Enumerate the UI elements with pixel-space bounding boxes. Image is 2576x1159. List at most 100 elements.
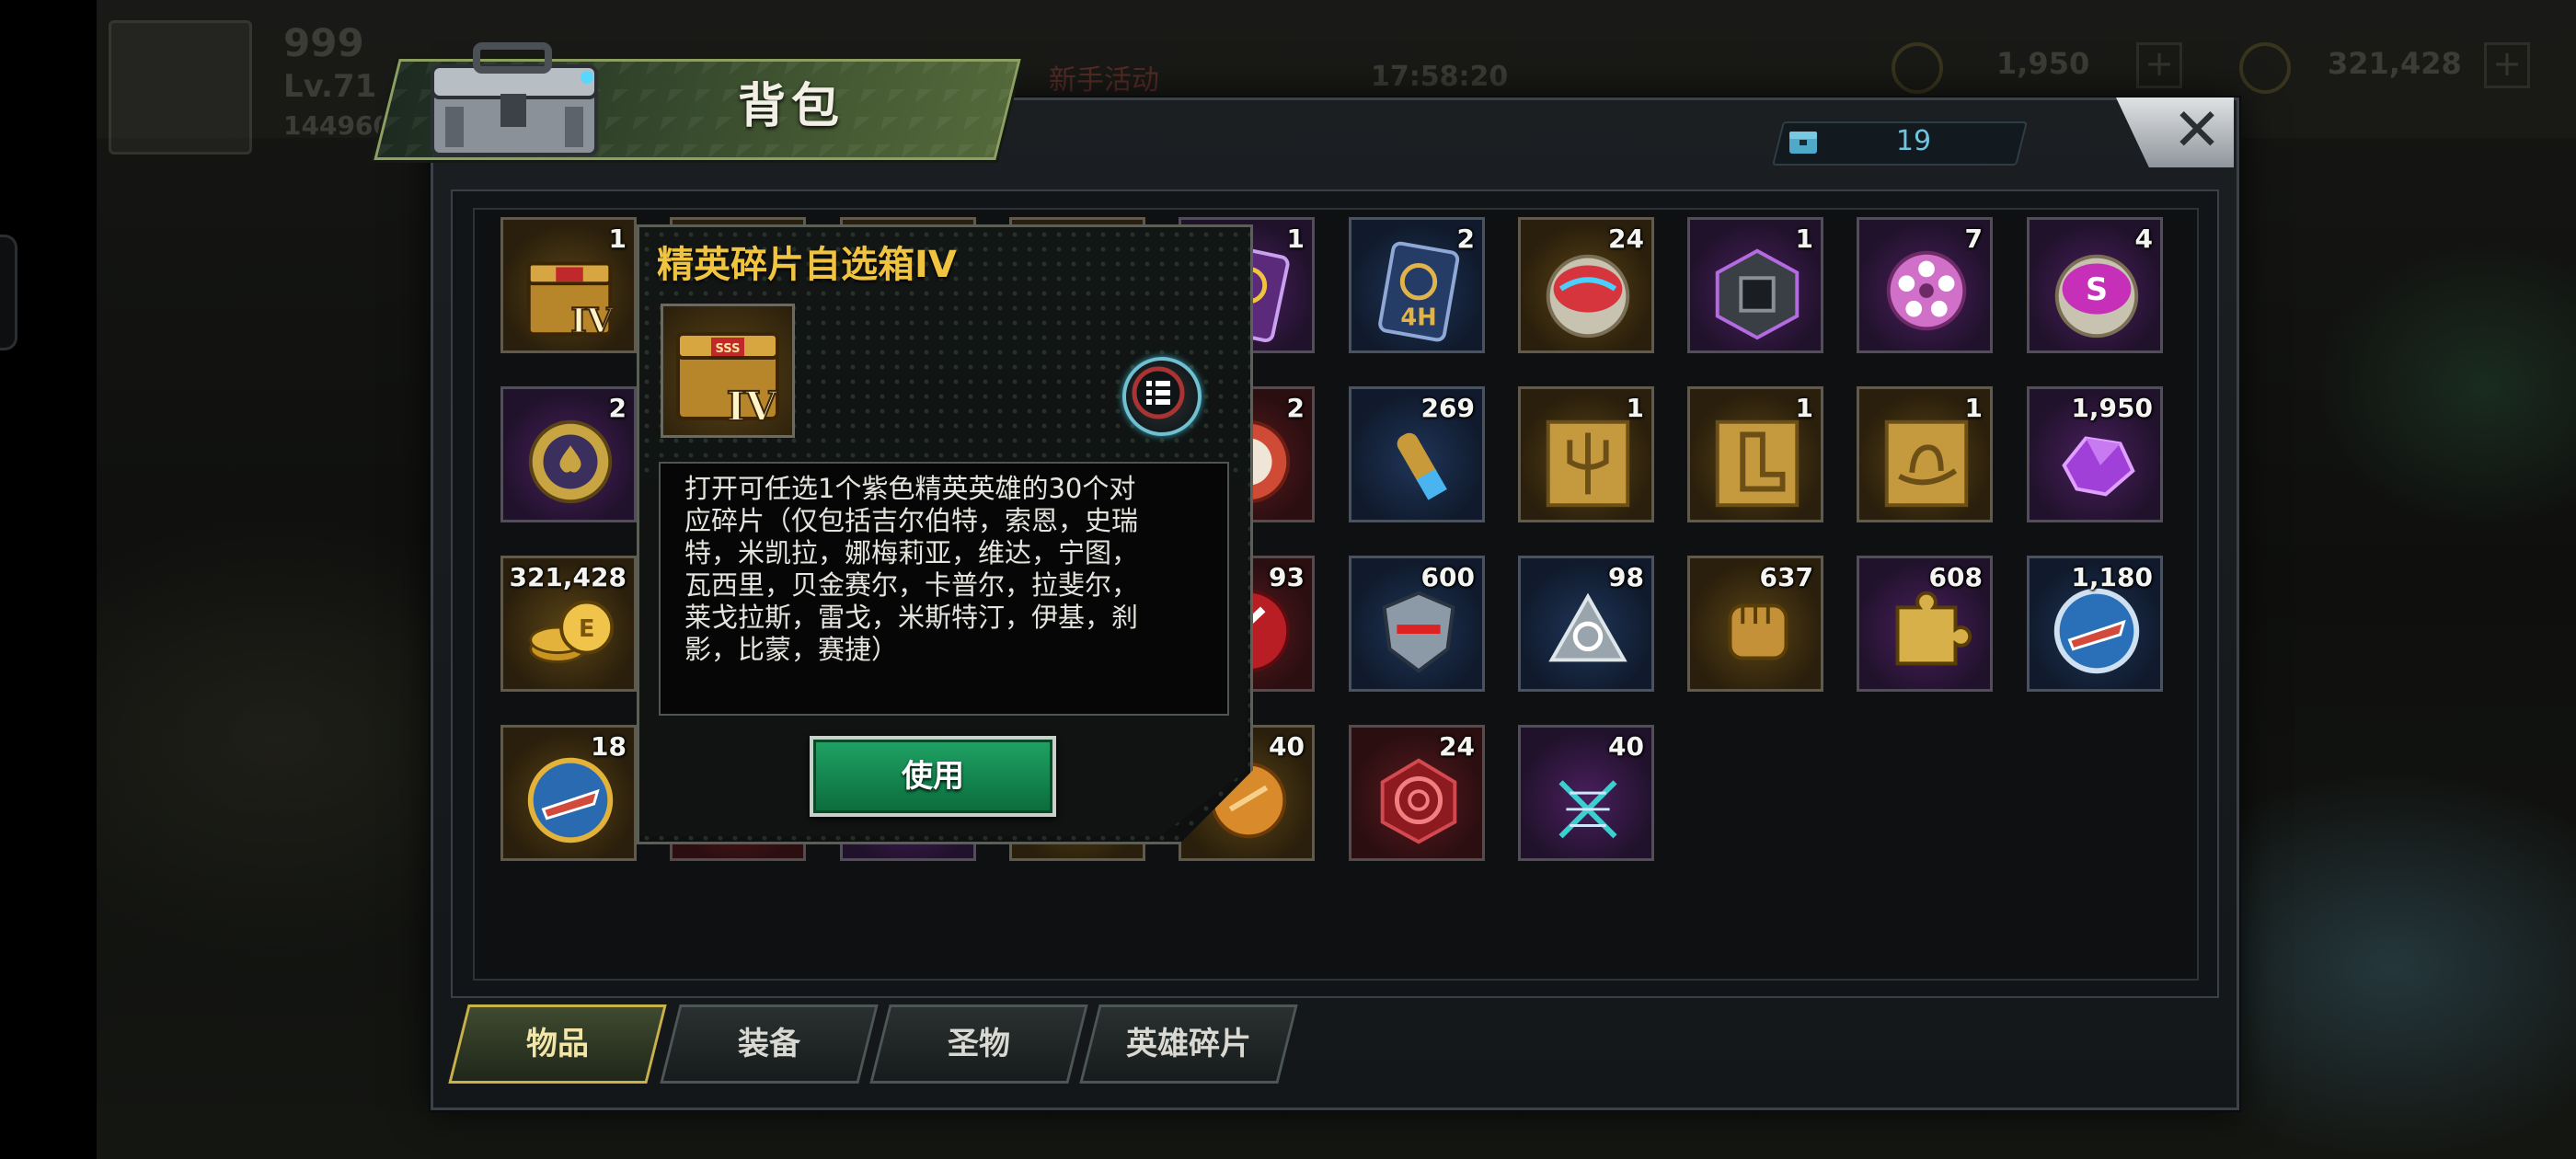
item-slot[interactable]: 1	[1687, 386, 1823, 522]
use-button-label[interactable]: 使用	[810, 736, 1056, 817]
item-count: 600	[1420, 562, 1475, 592]
player-power: 144960	[283, 110, 391, 141]
event-label: 新手活动	[1049, 64, 1159, 97]
item-info-button[interactable]	[1122, 357, 1202, 436]
item-count: 4	[2134, 224, 2153, 254]
trident-blueprint-icon	[1546, 419, 1630, 508]
item-count: 2	[1286, 393, 1305, 423]
item-count: 1	[1964, 393, 1983, 423]
resource-1-add-button: +	[2136, 42, 2182, 88]
blue-ship-badge-icon	[2053, 588, 2140, 674]
player-level: Lv.71	[283, 68, 377, 105]
item-count: 1,950	[2071, 393, 2153, 423]
item-count: 98	[1608, 562, 1644, 592]
film-reel-icon	[1886, 250, 1967, 331]
resource-2-icon	[2239, 42, 2291, 94]
item-slot[interactable]: 600	[1349, 556, 1485, 692]
hat-blueprint-icon	[1884, 419, 1969, 508]
item-count: 40	[1608, 731, 1644, 762]
tooltip-item-icon-frame: SSS IV	[661, 304, 795, 438]
gold-ship-badge-icon	[527, 757, 614, 843]
svg-text:IV: IV	[570, 300, 614, 340]
item-slot[interactable]: 40	[1518, 725, 1654, 861]
slot-counter-value: 19	[1895, 125, 1932, 157]
dna-icon	[1558, 780, 1617, 839]
item-count: 1,180	[2071, 562, 2153, 592]
tab-label[interactable]: 物品	[458, 1004, 657, 1084]
svg-text:SSS: SSS	[716, 342, 741, 356]
box-tier-label: IV	[727, 384, 778, 430]
item-slot[interactable]: 24	[1349, 725, 1485, 861]
item-slot[interactable]: 637	[1687, 556, 1823, 692]
item-slot[interactable]: 608	[1857, 556, 1993, 692]
item-slot[interactable]: E 321,428	[500, 556, 637, 692]
resource-2-amount: 321,428	[2328, 46, 2462, 81]
elite-box-icon: SSS IV	[676, 332, 779, 431]
tooltip-description: 打开可任选1个紫色精英英雄的30个对 应碎片（仅包括吉尔伯特，索恩，史瑞 特，米…	[684, 473, 1139, 665]
bullet-icon	[1397, 432, 1447, 500]
item-count: 1	[1286, 224, 1305, 254]
red-badge-icon	[1546, 254, 1630, 339]
item-slot[interactable]: 1	[1518, 386, 1654, 522]
fist-icon	[1728, 603, 1788, 660]
puzzle-piece-icon	[1895, 591, 1972, 666]
boot-blueprint-icon	[1715, 419, 1800, 508]
item-count: 18	[591, 731, 627, 762]
item-slot[interactable]: 7	[1857, 217, 1993, 353]
silver-triangle-icon	[1548, 592, 1627, 662]
resource-1-icon	[1892, 42, 1943, 94]
item-slot[interactable]: 4H 2	[1349, 217, 1485, 353]
purple-crystal-icon	[2062, 436, 2135, 497]
item-slot[interactable]: 1	[1857, 386, 1993, 522]
item-slot[interactable]: S4	[2027, 217, 2163, 353]
poker-chip-icon	[528, 419, 613, 504]
item-count: 1	[1626, 393, 1644, 423]
item-count: 24	[1439, 731, 1475, 762]
purple-cube-icon	[1715, 248, 1800, 340]
item-slot[interactable]: 24	[1518, 217, 1654, 353]
svg-text:S: S	[2086, 271, 2108, 307]
event-timer: 17:58:20	[1371, 61, 1509, 93]
red-target-icon	[1380, 758, 1457, 844]
resource-1-amount: 1,950	[1996, 46, 2090, 81]
side-drawer-handle[interactable]	[0, 235, 17, 350]
item-slot[interactable]: 2	[500, 386, 637, 522]
item-count: 40	[1269, 731, 1305, 762]
item-slot[interactable]: 98	[1518, 556, 1654, 692]
item-count: 24	[1608, 224, 1644, 254]
storage-box-icon	[1789, 132, 1817, 154]
item-count: 608	[1928, 562, 1983, 592]
item-slot[interactable]: IV 1	[500, 217, 637, 353]
shield-emblem-icon	[1382, 591, 1455, 673]
left-black-strip	[0, 0, 97, 1159]
resource-2-add-button: +	[2484, 42, 2530, 88]
player-vip-number: 999	[283, 20, 364, 65]
player-avatar	[109, 20, 252, 155]
item-count: 1	[608, 224, 627, 254]
item-count: 1	[1795, 393, 1813, 423]
item-slot[interactable]: 1,950	[2027, 386, 2163, 522]
backpack-chest-icon	[431, 42, 598, 156]
item-slot[interactable]: 18	[500, 725, 637, 861]
item-count: 321,428	[509, 562, 627, 592]
item-count: 2	[1456, 224, 1475, 254]
item-slot[interactable]: 269	[1349, 386, 1485, 522]
item-count: 269	[1420, 393, 1475, 423]
item-count: 2	[608, 393, 627, 423]
item-count: 1	[1795, 224, 1813, 254]
list-icon	[1132, 366, 1185, 419]
tab-label[interactable]: 装备	[670, 1004, 868, 1084]
item-slot[interactable]: 1	[1687, 217, 1823, 353]
gold-coins-icon: E	[529, 600, 615, 663]
purple-badge-icon: S	[2054, 254, 2139, 339]
svg-text:E: E	[579, 615, 594, 643]
item-slot[interactable]: 1,180	[2027, 556, 2163, 692]
tab-label[interactable]: 圣物	[880, 1004, 1078, 1084]
item-count: 637	[1759, 562, 1813, 592]
panel-title: 背包	[737, 79, 845, 134]
svg-text:4H: 4H	[1400, 304, 1436, 331]
tooltip-item-name: 精英碎片自选箱IV	[657, 244, 957, 286]
close-icon[interactable]: ✕	[2160, 94, 2234, 167]
tab-label[interactable]: 英雄碎片	[1089, 1004, 1288, 1084]
item-count: 7	[1964, 224, 1983, 254]
